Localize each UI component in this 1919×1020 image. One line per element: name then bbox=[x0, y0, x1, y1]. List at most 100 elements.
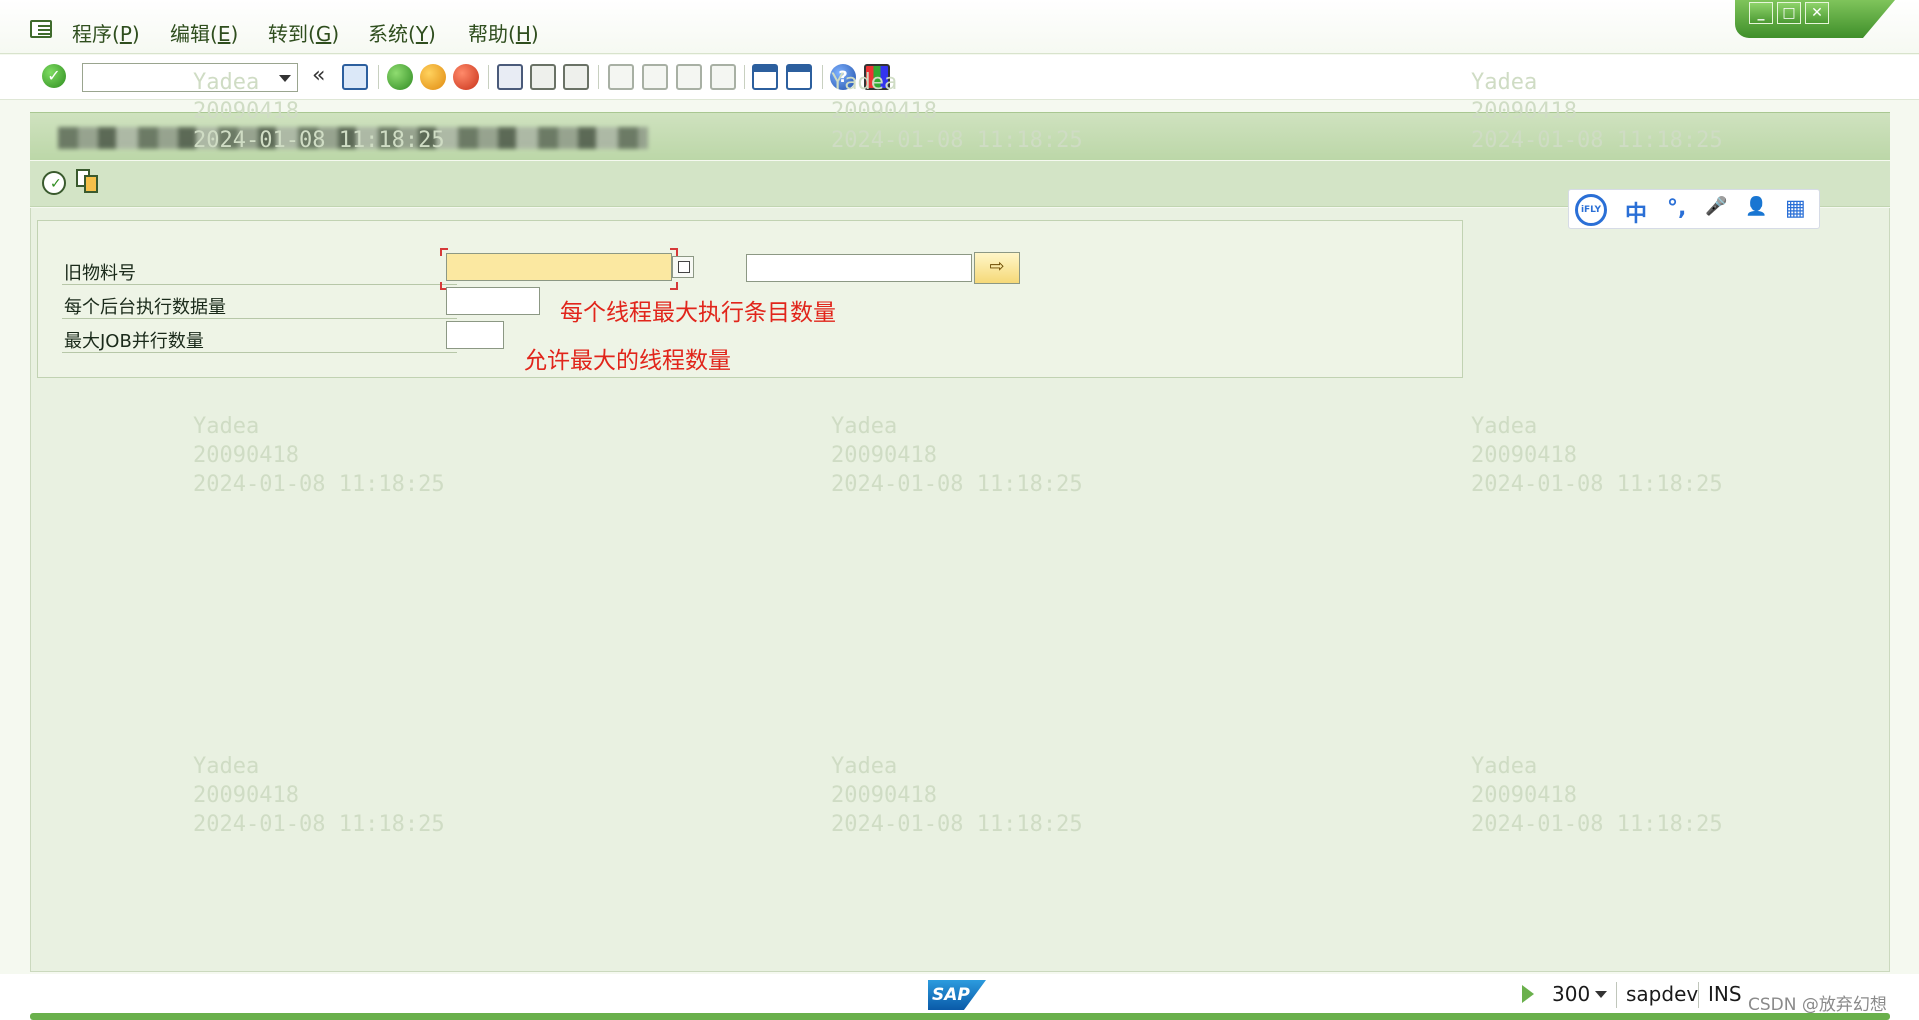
watermark-line: Yadea bbox=[193, 70, 260, 95]
menu-system-label: 系统( bbox=[368, 22, 416, 46]
old-material-number-label: 旧物料号 bbox=[64, 263, 136, 284]
focus-corner bbox=[670, 282, 678, 290]
ifly-logo-icon[interactable]: iFLY bbox=[1575, 194, 1607, 226]
client-number: 300 bbox=[1552, 982, 1591, 1006]
old-material-number-to-input[interactable] bbox=[746, 254, 972, 282]
print-icon[interactable] bbox=[497, 64, 523, 90]
apps-grid-icon[interactable]: ▦ bbox=[1785, 196, 1806, 221]
watermark: Yadea 20090418 2024-01-08 11:18:25 bbox=[831, 412, 1083, 499]
selection-screen-group: 旧物料号 ⇨ 每个后台执行数据量 每个线程最大执行条目数量 最大JOB并行数量 … bbox=[37, 220, 1463, 378]
multiple-selection-button[interactable]: ⇨ bbox=[974, 252, 1020, 284]
menu-program-suffix: ) bbox=[131, 22, 140, 46]
watermark-line: Yadea bbox=[193, 754, 260, 779]
focus-corner bbox=[670, 248, 678, 256]
toolbar-separator bbox=[822, 65, 823, 89]
shortcut-icon[interactable] bbox=[786, 64, 812, 90]
menu-help[interactable]: 帮助(H) bbox=[468, 18, 539, 47]
find-icon[interactable] bbox=[530, 64, 556, 90]
insert-mode[interactable]: INS bbox=[1708, 982, 1742, 1006]
watermark-line: 20090418 bbox=[831, 783, 937, 808]
watermark-line: 2024-01-08 11:18:25 bbox=[193, 128, 445, 153]
enter-icon[interactable]: ✓ bbox=[42, 64, 66, 88]
menu-program[interactable]: 程序(P) bbox=[72, 18, 140, 47]
user-icon[interactable]: 👤 bbox=[1745, 196, 1767, 217]
menu-help-label: 帮助( bbox=[468, 22, 516, 46]
menu-goto-label: 转到( bbox=[268, 22, 316, 46]
watermark: Yadea 20090418 2024-01-08 11:18:25 bbox=[193, 412, 445, 499]
watermark-line: 2024-01-08 11:18:25 bbox=[831, 812, 1083, 837]
value-help-icon[interactable] bbox=[672, 256, 694, 278]
status-separator bbox=[1698, 982, 1699, 1008]
watermark-line: 20090418 bbox=[193, 783, 299, 808]
toolbar-separator bbox=[744, 65, 745, 89]
watermark-line: Yadea bbox=[831, 414, 898, 439]
watermark-line: 2024-01-08 11:18:25 bbox=[1471, 128, 1723, 153]
watermark: Yadea 20090418 2024-01-08 11:18:25 bbox=[831, 68, 1083, 155]
first-page-icon[interactable] bbox=[608, 64, 634, 90]
watermark: Yadea 20090418 2024-01-08 11:18:25 bbox=[1471, 68, 1723, 155]
variant-icon-front bbox=[84, 175, 98, 193]
watermark-line: Yadea bbox=[1471, 70, 1538, 95]
ime-punctuation-icon[interactable]: °, bbox=[1667, 196, 1686, 221]
batch-size-input[interactable] bbox=[446, 287, 540, 315]
watermark: Yadea 20090418 2024-01-08 11:18:25 bbox=[193, 752, 445, 839]
menu-system[interactable]: 系统(Y) bbox=[368, 18, 436, 47]
menu-goto-key: G bbox=[315, 22, 332, 46]
old-material-number-from-input[interactable] bbox=[446, 253, 672, 281]
menu-edit-key: E bbox=[217, 22, 231, 46]
watermark-line: Yadea bbox=[831, 70, 898, 95]
menu-program-key: P bbox=[119, 22, 132, 46]
annotation-batch-size: 每个线程最大执行条目数量 bbox=[560, 300, 836, 326]
watermark-line: 2024-01-08 11:18:25 bbox=[193, 812, 445, 837]
watermark-line: 20090418 bbox=[193, 99, 299, 124]
watermark: Yadea 20090418 2024-01-08 11:18:25 bbox=[1471, 412, 1723, 499]
focus-corner bbox=[440, 248, 448, 256]
menu-help-suffix: ) bbox=[530, 22, 539, 46]
watermark-line: Yadea bbox=[831, 754, 898, 779]
last-page-icon[interactable] bbox=[710, 64, 736, 90]
workspace: Yadea 20090418 2024-01-08 11:18:25 Yadea… bbox=[30, 70, 1890, 972]
cancel-icon[interactable] bbox=[453, 64, 479, 90]
menu-edit[interactable]: 编辑(E) bbox=[170, 18, 238, 47]
chevron-down-icon[interactable] bbox=[1595, 991, 1607, 998]
ime-language-icon[interactable]: 中 bbox=[1625, 196, 1647, 228]
execute-icon[interactable] bbox=[42, 171, 66, 195]
watermark-line: 20090418 bbox=[831, 99, 937, 124]
row-divider bbox=[62, 318, 457, 319]
watermark: Yadea 20090418 2024-01-08 11:18:25 bbox=[193, 68, 445, 155]
next-page-icon[interactable] bbox=[676, 64, 702, 90]
watermark-line: 20090418 bbox=[193, 443, 299, 468]
batch-size-label: 每个后台执行数据量 bbox=[64, 297, 226, 318]
variant-icon[interactable] bbox=[76, 169, 100, 195]
find-next-icon[interactable] bbox=[563, 64, 589, 90]
microphone-icon[interactable]: 🎤 bbox=[1705, 196, 1727, 217]
status-toggle-icon[interactable] bbox=[1522, 985, 1534, 1003]
menu-goto[interactable]: 转到(G) bbox=[268, 18, 339, 47]
toolbar-separator bbox=[598, 65, 599, 89]
maximize-button[interactable]: □ bbox=[1777, 2, 1801, 24]
ifly-ime-toolbar: iFLY 中 °, 🎤 👤 ▦ bbox=[1568, 189, 1820, 229]
row-divider bbox=[62, 284, 457, 285]
watermark-line: 20090418 bbox=[1471, 99, 1577, 124]
menu-program-label: 程序( bbox=[72, 22, 120, 46]
watermark-line: 2024-01-08 11:18:25 bbox=[1471, 472, 1723, 497]
watermark-line: Yadea bbox=[1471, 414, 1538, 439]
watermark-line: 20090418 bbox=[831, 443, 937, 468]
menu-system-key: Y bbox=[415, 22, 429, 46]
menu-icon[interactable] bbox=[30, 20, 52, 38]
watermark-line: Yadea bbox=[193, 414, 260, 439]
menu-help-key: H bbox=[515, 22, 531, 46]
watermark-line: 2024-01-08 11:18:25 bbox=[831, 472, 1083, 497]
max-job-parallel-input[interactable] bbox=[446, 321, 504, 349]
toolbar-separator bbox=[488, 65, 489, 89]
menu-edit-suffix: ) bbox=[230, 22, 239, 46]
new-session-icon[interactable] bbox=[752, 64, 778, 90]
status-separator bbox=[1616, 982, 1617, 1008]
watermark-line: 20090418 bbox=[1471, 783, 1577, 808]
close-button[interactable]: ✕ bbox=[1805, 2, 1829, 24]
watermark-line: 2024-01-08 11:18:25 bbox=[831, 128, 1083, 153]
minimize-button[interactable]: _ bbox=[1749, 2, 1773, 24]
watermark-line: 20090418 bbox=[1471, 443, 1577, 468]
max-job-parallel-label: 最大JOB并行数量 bbox=[64, 331, 204, 352]
previous-page-icon[interactable] bbox=[642, 64, 668, 90]
